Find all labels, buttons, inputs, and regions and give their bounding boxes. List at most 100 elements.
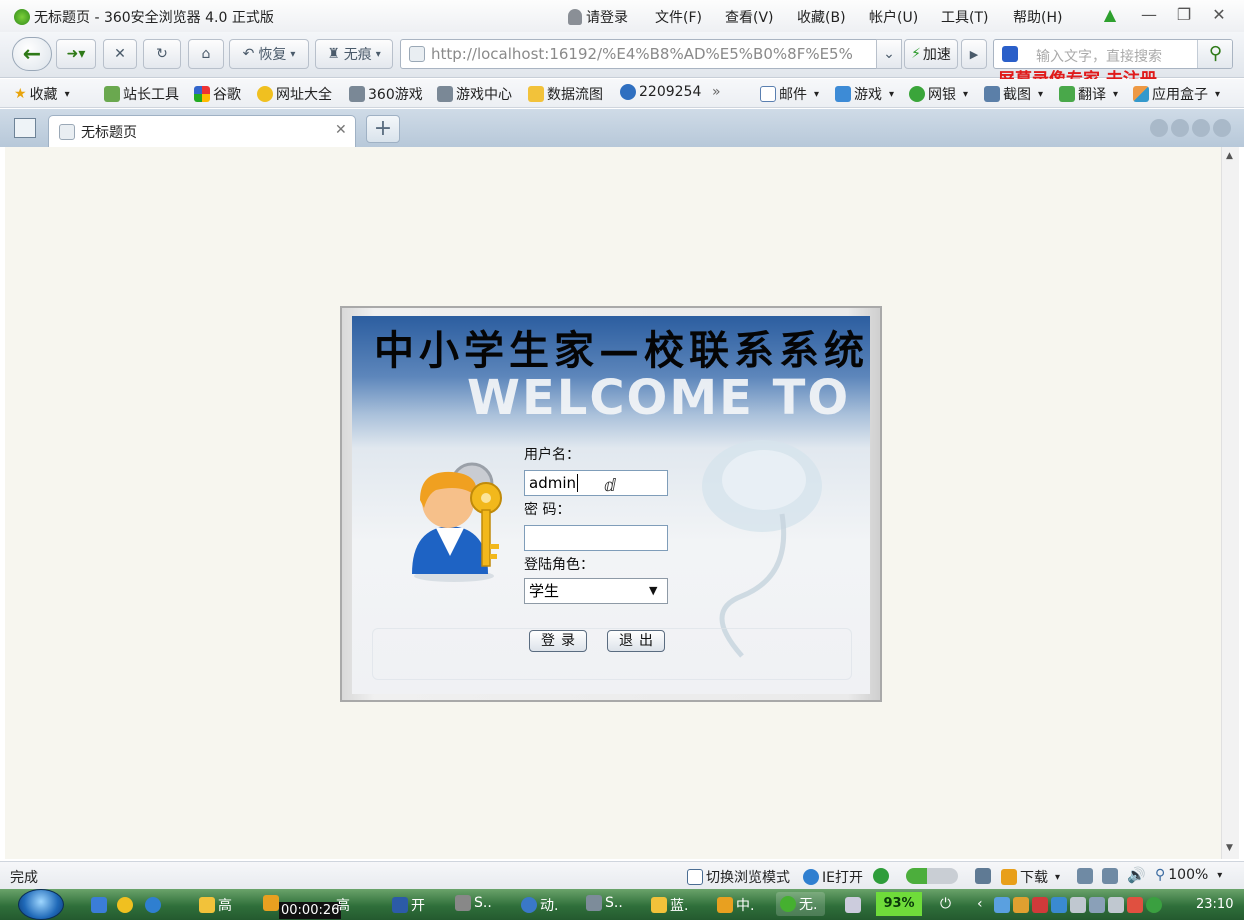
tab-list-icon[interactable] [1192, 119, 1210, 137]
fav-translate[interactable]: 翻译 ▾ [1059, 84, 1118, 104]
tab-active[interactable]: 无标题页 ✕ [48, 115, 356, 147]
scroll-up-icon[interactable]: ▲ [1226, 151, 1233, 161]
incognito-button[interactable]: ♜ 无痕 ▾ [315, 39, 393, 69]
clock[interactable]: 23:10 [1196, 897, 1233, 912]
taskbar-item-active[interactable]: 无. [776, 892, 826, 916]
chevron-down-icon: ▾ [963, 88, 969, 100]
tray-app-icon[interactable] [1089, 897, 1105, 913]
tray-app-icon[interactable] [994, 897, 1010, 913]
security-shield-icon[interactable] [873, 868, 889, 884]
refresh-button[interactable]: ↻ [143, 39, 181, 69]
login-link[interactable]: 请登录 [568, 7, 628, 27]
favorites-button[interactable]: ★ 收藏 ▾ [14, 84, 70, 104]
login-button[interactable]: 登录 [529, 630, 587, 652]
fav-bank[interactable]: 网银 ▾ [909, 84, 968, 104]
vertical-scrollbar[interactable]: ▲ ▼ [1221, 147, 1239, 859]
close-all-tabs-icon[interactable] [1213, 119, 1231, 137]
taskbar-item-label: 高 [218, 898, 232, 914]
taskbar-item-9[interactable]: 中. [717, 895, 754, 915]
fav-item-webmaster-tools[interactable]: 站长工具 [104, 84, 179, 104]
address-dropdown-button[interactable]: ⌄ [876, 39, 902, 69]
password-input[interactable] [524, 525, 668, 551]
restore-button[interactable]: ↶ 恢复 ▾ [229, 39, 309, 69]
role-select[interactable]: 学生 ▼ [524, 578, 668, 604]
menu-file[interactable]: 文件(F) [655, 7, 702, 27]
exit-button[interactable]: 退出 [607, 630, 665, 652]
fav-games[interactable]: 游戏 ▾ [835, 84, 894, 104]
switch-mode-button[interactable]: 切换浏览模式 [687, 867, 790, 887]
screenshot-icon [984, 86, 1000, 102]
search-icon[interactable]: ⚲ [1197, 40, 1232, 68]
tab-scroll-right-icon[interactable] [1171, 119, 1189, 137]
sidebar-toggle-icon[interactable] [14, 118, 36, 138]
volume-icon[interactable] [1108, 897, 1124, 913]
fav-more-button[interactable]: » [712, 84, 721, 100]
speed-toggle-icon[interactable] [906, 868, 958, 884]
fav-item-google[interactable]: 谷歌 [194, 84, 241, 104]
stop-button[interactable]: ✕ [103, 39, 137, 69]
fav-item-2209254[interactable]: 2209254 [620, 84, 701, 100]
mail-icon [760, 86, 776, 102]
home-button[interactable]: ⌂ [188, 39, 224, 69]
battery-meter[interactable]: 93% [876, 892, 922, 916]
taskbar-item-4[interactable]: 开 [392, 895, 425, 915]
browser-360-icon[interactable] [117, 897, 133, 913]
menu-tools[interactable]: 工具(T) [941, 7, 988, 27]
monitor-icon[interactable] [1102, 868, 1118, 884]
taskbar-item-1[interactable]: 高 [199, 895, 232, 915]
power-plug-icon[interactable]: ⏻ [940, 896, 951, 912]
scroll-down-icon[interactable]: ▼ [1226, 843, 1233, 853]
tray-app-icon[interactable] [1051, 897, 1067, 913]
menu-view[interactable]: 查看(V) [725, 7, 774, 27]
fav-mail[interactable]: 邮件 ▾ [760, 84, 819, 104]
taskbar-item-5[interactable]: S.. [455, 895, 492, 911]
ie-open-button[interactable]: IE打开 [803, 867, 863, 887]
fav-item-label: 2209254 [639, 84, 702, 100]
speed-button[interactable]: ⚡ 加速 [904, 39, 958, 69]
username-input[interactable]: admin [524, 470, 668, 496]
taskbar-item-3[interactable]: 高 [336, 895, 350, 915]
menu-help[interactable]: 帮助(H) [1013, 7, 1062, 27]
app-icon [521, 897, 537, 913]
fav-app-box[interactable]: 应用盒子 ▾ [1133, 84, 1220, 104]
new-tab-button[interactable]: + [366, 115, 400, 143]
tray-app-icon[interactable] [1032, 897, 1048, 913]
menu-account[interactable]: 帐户(U) [869, 7, 918, 27]
taskbar-item-6[interactable]: 动. [521, 895, 558, 915]
keyboard-icon[interactable] [845, 897, 861, 913]
close-icon[interactable]: ✕ [1207, 4, 1231, 26]
clean-icon[interactable] [1077, 868, 1093, 884]
fav-item-data-flow[interactable]: 数据流图 [528, 84, 603, 104]
fav-item-label: 站长工具 [123, 87, 179, 103]
menu-favorites[interactable]: 收藏(B) [797, 7, 846, 27]
app-icon [586, 895, 602, 911]
minimize-icon[interactable]: — [1137, 4, 1161, 26]
ie-icon[interactable] [145, 897, 161, 913]
fav-item-360-games[interactable]: 360游戏 [349, 84, 423, 104]
tray-app-icon[interactable] [1127, 897, 1143, 913]
toolbox-icon[interactable] [975, 868, 991, 884]
fav-item-game-center[interactable]: 游戏中心 [437, 84, 512, 104]
fav-screenshot[interactable]: 截图 ▾ [984, 84, 1043, 104]
tab-close-icon[interactable]: ✕ [335, 122, 347, 138]
volume-icon[interactable]: 🔊 [1127, 866, 1146, 884]
forward-button[interactable]: ➜▾ [56, 39, 96, 69]
taskbar-item-8[interactable]: 蓝. [651, 895, 688, 915]
skin-icon[interactable]: ▲ [1098, 4, 1122, 26]
network-icon[interactable] [1070, 897, 1086, 913]
back-button[interactable]: ← [12, 37, 52, 71]
zoom-control[interactable]: ⚲ 100% ▾ [1155, 867, 1222, 883]
address-bar[interactable]: http://localhost:16192/%E4%B8%AD%E5%B0%8… [400, 39, 900, 69]
download-button[interactable]: 下载 ▾ [1001, 867, 1060, 887]
restore-window-icon[interactable]: ❐ [1172, 4, 1196, 26]
taskbar-item-7[interactable]: S.. [586, 895, 623, 911]
start-button[interactable] [18, 889, 64, 920]
taskbar-item-2[interactable] [263, 895, 279, 911]
fav-item-url-directory[interactable]: 网址大全 [257, 84, 332, 104]
tab-scroll-left-icon[interactable] [1150, 119, 1168, 137]
quick-launch-icon[interactable] [91, 897, 107, 913]
tray-expand-icon[interactable]: ‹ [977, 896, 983, 912]
tray-app-icon[interactable] [1013, 897, 1029, 913]
go-button[interactable]: ▶ [961, 39, 987, 69]
security-shield-icon[interactable] [1146, 897, 1162, 913]
